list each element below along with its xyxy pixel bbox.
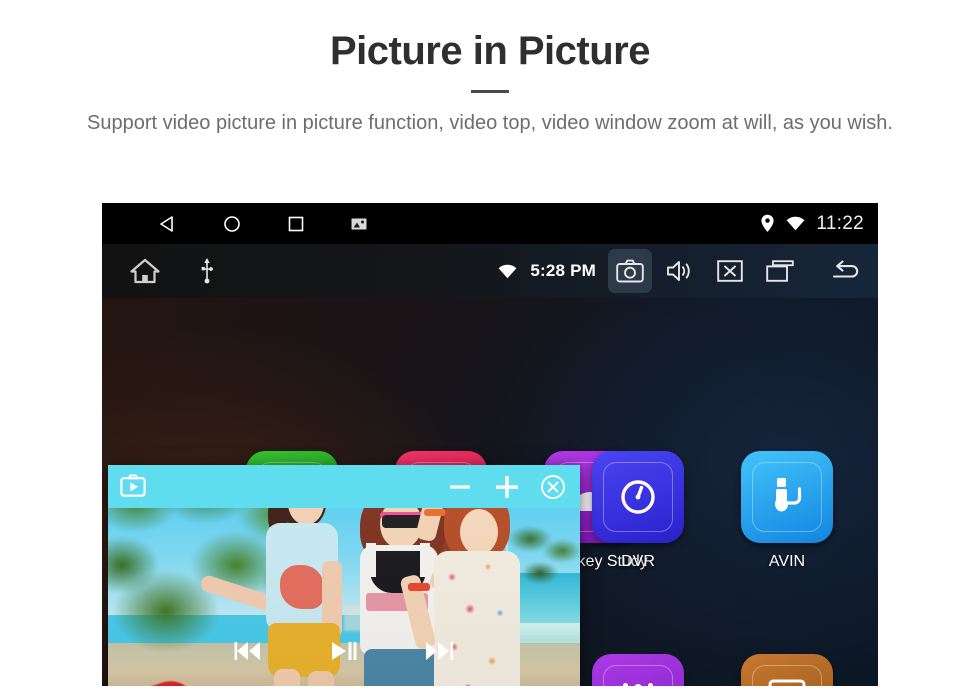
calculator-icon[interactable] xyxy=(741,654,833,686)
back-arrow-icon[interactable] xyxy=(824,249,868,293)
device-screen: 11:22 5:28 PM Wheelkey Study DVR AVIN xyxy=(102,203,878,686)
figure-leg xyxy=(308,671,334,686)
volume-icon[interactable] xyxy=(658,249,702,293)
figure-strap xyxy=(420,543,430,577)
wifi-icon xyxy=(786,216,805,231)
toolbar-left-group xyxy=(130,258,214,284)
figure-wristband xyxy=(408,583,430,591)
pip-playback-controls xyxy=(108,640,580,662)
status-bar-right: 11:22 xyxy=(760,203,864,244)
toolbar-right-group: 5:28 PM xyxy=(498,244,868,298)
page-subtitle: Support video picture in picture functio… xyxy=(87,112,893,134)
android-nav-buttons xyxy=(158,214,368,234)
figure-dress xyxy=(434,551,520,686)
home-icon[interactable] xyxy=(130,258,160,284)
figure-leg xyxy=(274,669,300,686)
app-grid: Netflix SiriusXM Wheelkey Study DVR xyxy=(102,298,878,686)
avin-plug-icon[interactable] xyxy=(741,451,833,543)
pip-window[interactable]: seicane xyxy=(108,465,580,686)
figure-head xyxy=(460,509,498,555)
usb-icon[interactable] xyxy=(200,258,214,284)
app-amplifier[interactable]: Amplifier xyxy=(576,654,700,686)
recents-square-icon[interactable] xyxy=(286,214,306,234)
play-pause-icon[interactable] xyxy=(330,640,358,662)
app-avin[interactable]: AVIN xyxy=(725,451,849,571)
figure-shirt-print xyxy=(280,565,324,609)
video-play-badge-icon[interactable] xyxy=(120,474,146,498)
next-track-icon[interactable] xyxy=(424,640,454,662)
figure-wristband xyxy=(424,509,446,516)
camera-icon[interactable] xyxy=(608,249,652,293)
close-circle-icon[interactable] xyxy=(540,474,566,500)
system-toolbar: 5:28 PM xyxy=(102,244,878,298)
back-triangle-icon[interactable] xyxy=(158,214,178,234)
app-dvr[interactable]: DVR xyxy=(576,451,700,571)
dvr-gauge-icon[interactable] xyxy=(592,451,684,543)
home-circle-icon[interactable] xyxy=(222,214,242,234)
zoom-out-minus-icon[interactable] xyxy=(446,473,474,501)
recent-apps-icon[interactable] xyxy=(758,249,802,293)
close-box-icon[interactable] xyxy=(708,249,752,293)
status-bar-clock: 11:22 xyxy=(816,212,864,234)
pip-title-bar[interactable] xyxy=(108,465,580,508)
screenshot-icon[interactable] xyxy=(350,215,368,233)
title-underline-rule xyxy=(471,90,509,93)
android-status-bar: 11:22 xyxy=(102,203,878,244)
location-pin-icon xyxy=(760,214,775,233)
amplifier-icon[interactable] xyxy=(592,654,684,686)
previous-track-icon[interactable] xyxy=(234,640,264,662)
app-label: AVIN xyxy=(768,553,806,570)
app-label: DVR xyxy=(621,553,655,570)
figure-strap xyxy=(366,543,376,577)
toolbar-clock: 5:28 PM xyxy=(530,261,596,280)
zoom-in-plus-icon[interactable] xyxy=(492,472,522,502)
wifi-icon xyxy=(498,264,517,279)
page-header: Picture in Picture Support video picture… xyxy=(0,0,980,138)
page-title: Picture in Picture xyxy=(330,29,650,73)
app-calculator[interactable]: Calculator xyxy=(725,654,849,686)
